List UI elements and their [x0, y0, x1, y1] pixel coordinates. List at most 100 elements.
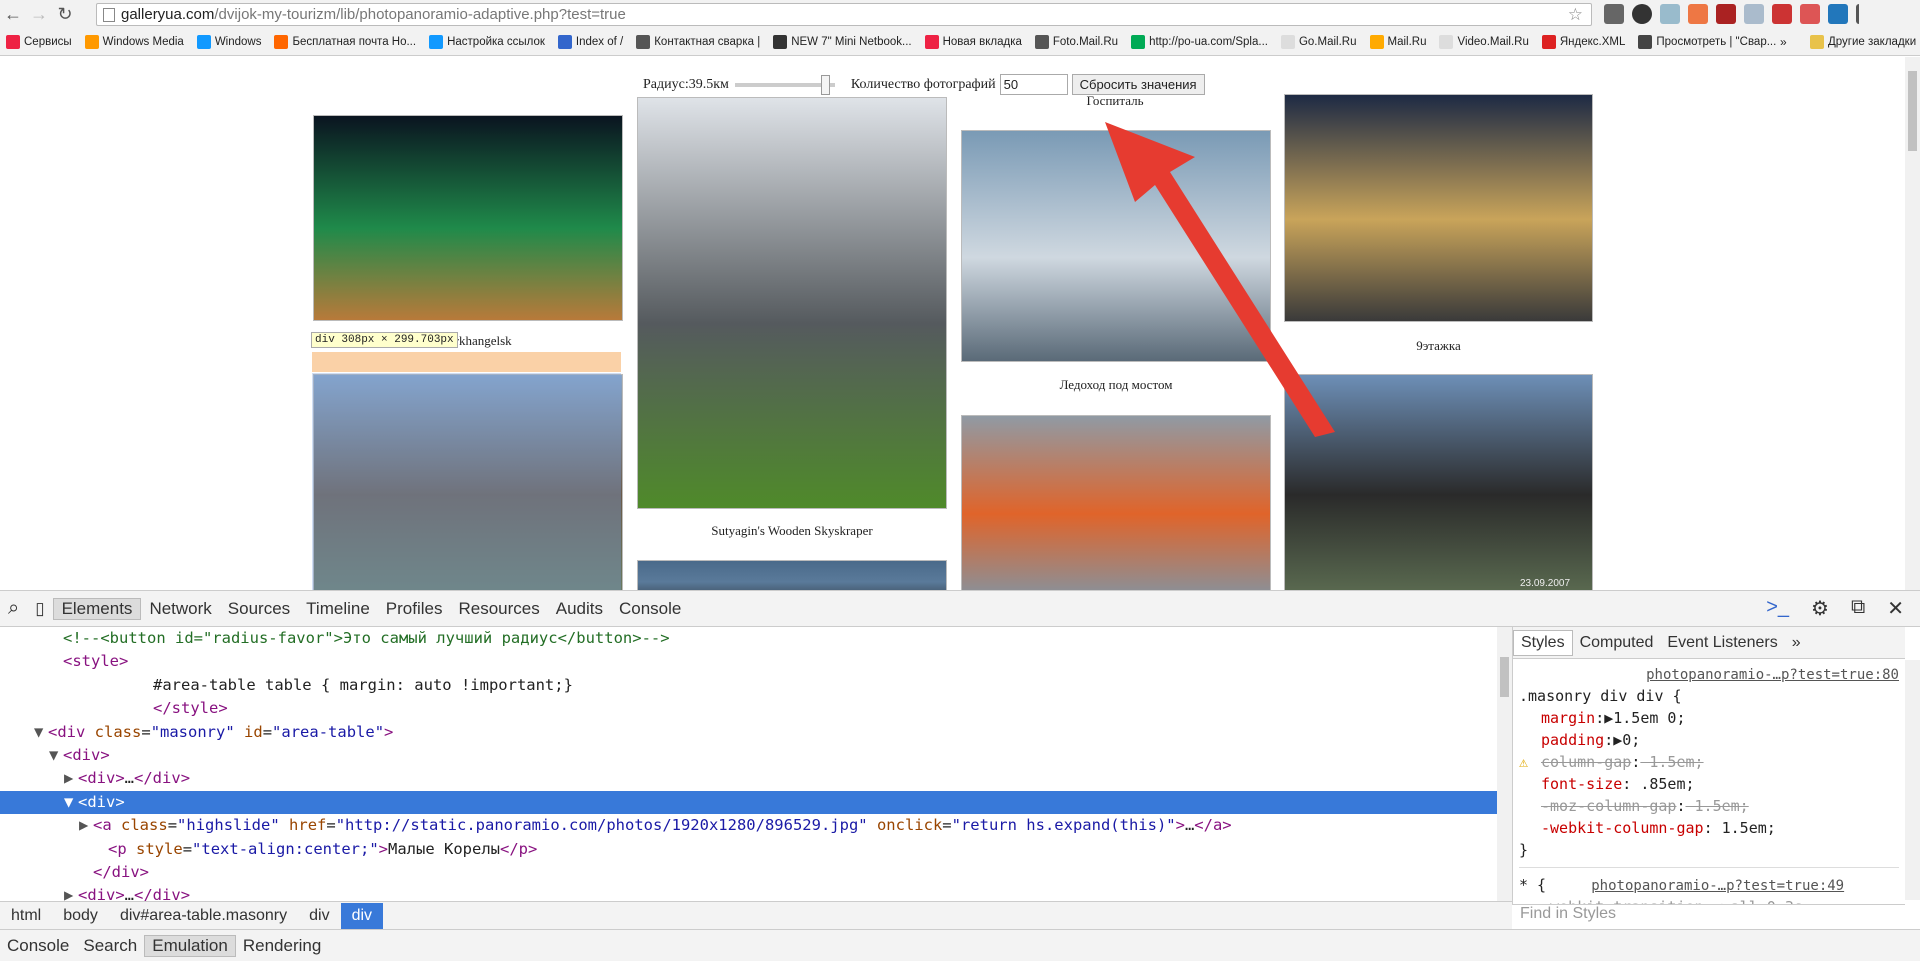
- dom-node-line[interactable]: ▶ <div>…</div>: [0, 884, 1497, 901]
- rule-source[interactable]: photopanoramio-…p?test=true:80: [1646, 667, 1899, 683]
- bookmark-item[interactable]: Яндекс.XML: [1541, 35, 1625, 49]
- close-icon[interactable]: ✕: [1887, 596, 1904, 621]
- css-property[interactable]: -webkit-column-gap: 1.5em;: [1519, 817, 1899, 839]
- page-scrollbar[interactable]: [1905, 57, 1920, 590]
- styles-tab[interactable]: Event Listeners: [1660, 631, 1784, 655]
- extension-icon[interactable]: [1604, 4, 1624, 24]
- collapse-triangle-icon[interactable]: ▶: [64, 767, 78, 790]
- dom-node-line[interactable]: ▶ <a class="highslide" href="http://stati…: [0, 814, 1497, 837]
- find-in-styles-input[interactable]: Find in Styles: [1512, 904, 1905, 929]
- elements-scrollbar[interactable]: [1497, 627, 1512, 901]
- dom-node-line[interactable]: </div>: [0, 861, 1497, 884]
- expand-triangle-icon[interactable]: ▼: [34, 721, 48, 744]
- bookmark-item[interactable]: Просмотреть | "Свар...: [1638, 35, 1776, 49]
- bookmark-item[interactable]: http://po-ua.com/Spla...: [1131, 35, 1268, 49]
- breadcrumb-item[interactable]: div: [298, 907, 340, 925]
- devtools-tab-elements[interactable]: Elements: [52, 597, 142, 620]
- radius-slider[interactable]: [734, 74, 835, 95]
- bookmark-item[interactable]: NEW 7" Mini Netbook...: [773, 35, 912, 49]
- bookmark-item[interactable]: Сервисы: [6, 35, 72, 49]
- back-icon[interactable]: ←: [0, 2, 26, 28]
- settings-icon[interactable]: ⚙: [1811, 596, 1829, 621]
- styles-tab[interactable]: Computed: [1573, 631, 1661, 655]
- extension-icon[interactable]: [1800, 4, 1820, 24]
- menu-icon[interactable]: [1856, 4, 1876, 24]
- address-bar[interactable]: galleryua.com/dvijok-my-tourizm/lib/phot…: [96, 3, 1592, 26]
- forward-icon[interactable]: →: [26, 2, 52, 28]
- extension-icon[interactable]: [1716, 4, 1736, 24]
- dock-icon[interactable]: ⧉: [1851, 596, 1865, 621]
- dom-node-line[interactable]: <style>: [0, 650, 1497, 673]
- dom-node-line[interactable]: ▼ <div>: [0, 790, 1497, 815]
- device-mode-icon[interactable]: ▯: [27, 599, 52, 619]
- extension-icon[interactable]: [1744, 4, 1764, 24]
- drawer-tab-rendering[interactable]: Rendering: [236, 936, 328, 956]
- scrollbar-thumb[interactable]: [1500, 657, 1509, 697]
- devtools-tab-console[interactable]: Console: [611, 599, 689, 619]
- photo-landscape[interactable]: [637, 560, 947, 590]
- devtools-tab-sources[interactable]: Sources: [220, 599, 298, 619]
- drawer-tab-emulation[interactable]: Emulation: [144, 934, 236, 957]
- extension-icon[interactable]: [1660, 4, 1680, 24]
- dom-node-line[interactable]: ▼ <div class="masonry" id="area-table">: [0, 721, 1497, 744]
- devtools-tab-timeline[interactable]: Timeline: [298, 599, 378, 619]
- css-property[interactable]: font-size: .85em;: [1519, 773, 1899, 795]
- bookmark-item[interactable]: Foto.Mail.Ru: [1034, 35, 1118, 49]
- star-icon[interactable]: ☆: [1568, 5, 1583, 25]
- console-drawer-icon[interactable]: >_: [1766, 596, 1789, 621]
- css-property[interactable]: margin:▶1.5em 0;: [1519, 707, 1899, 729]
- photo-aurora[interactable]: [313, 115, 623, 321]
- scrollbar-thumb[interactable]: [1908, 71, 1917, 151]
- photo-skyscraper[interactable]: [637, 97, 947, 509]
- bookmark-item[interactable]: Go.Mail.Ru: [1280, 35, 1357, 49]
- devtools-tab-profiles[interactable]: Profiles: [378, 599, 451, 619]
- extension-icon[interactable]: [1772, 4, 1792, 24]
- dom-node-line[interactable]: ▼ <div>: [0, 744, 1497, 767]
- styles-tab[interactable]: Styles: [1513, 629, 1573, 656]
- photo-orange-bridge[interactable]: [961, 415, 1271, 590]
- dom-node-line[interactable]: <p style="text-align:center;">Малые Коре…: [0, 838, 1497, 861]
- reload-icon[interactable]: ↻: [52, 2, 78, 28]
- reset-button[interactable]: Сбросить значения: [1071, 74, 1205, 95]
- collapse-triangle-icon[interactable]: ▶: [64, 884, 78, 901]
- bookmark-item[interactable]: Бесплатная почта Но...: [274, 35, 416, 49]
- gear-icon[interactable]: [1632, 4, 1652, 24]
- bookmark-item[interactable]: Mail.Ru: [1369, 35, 1426, 49]
- expand-triangle-icon[interactable]: ▼: [64, 791, 78, 814]
- count-input[interactable]: 50: [999, 74, 1068, 95]
- bookmark-item[interactable]: Контактная сварка |: [636, 35, 760, 49]
- inspect-icon[interactable]: ⌕: [0, 597, 27, 620]
- css-property[interactable]: -moz-column-gap: 1.5em;: [1519, 795, 1899, 817]
- drawer-tab-search[interactable]: Search: [76, 936, 144, 956]
- drawer-tab-console[interactable]: Console: [0, 936, 76, 956]
- css-property[interactable]: padding:▶0;: [1519, 729, 1899, 751]
- breadcrumb-item[interactable]: div#area-table.masonry: [109, 907, 298, 925]
- rule-source[interactable]: photopanoramio-…p?test=true:49: [1591, 878, 1844, 894]
- extension-icon[interactable]: [1828, 4, 1848, 24]
- bookmark-item[interactable]: Index of /: [557, 35, 623, 49]
- devtools-tab-resources[interactable]: Resources: [450, 599, 547, 619]
- other-bookmarks[interactable]: Другие закладки: [1810, 35, 1916, 49]
- dom-node-line[interactable]: <!--<button id="radius-favor">Это самый …: [0, 627, 1497, 650]
- styles-tab[interactable]: »: [1785, 631, 1808, 655]
- devtools-tab-audits[interactable]: Audits: [548, 599, 611, 619]
- css-property[interactable]: ⚠ column-gap: 1.5em;: [1519, 751, 1899, 773]
- breadcrumb-item[interactable]: div: [340, 902, 384, 929]
- rule-source-link[interactable]: photopanoramio-…p?test=true:80: [1519, 663, 1899, 685]
- bookmark-item[interactable]: Windows Media: [84, 35, 184, 49]
- bookmark-item[interactable]: Настройка ссылок: [429, 35, 545, 49]
- bookmark-item[interactable]: Новая вкладка: [924, 35, 1022, 49]
- expand-triangle-icon[interactable]: ▼: [49, 744, 63, 767]
- extension-icon[interactable]: [1688, 4, 1708, 24]
- dom-node-line[interactable]: #area-table table { margin: auto !import…: [0, 674, 1497, 697]
- dom-node-line[interactable]: </style>: [0, 697, 1497, 720]
- devtools-tab-network[interactable]: Network: [141, 599, 219, 619]
- breadcrumb-item[interactable]: html: [0, 907, 52, 925]
- bookmark-item[interactable]: Windows: [196, 35, 261, 49]
- breadcrumb-item[interactable]: body: [52, 907, 109, 925]
- bookmark-item[interactable]: Video.Mail.Ru: [1439, 35, 1529, 49]
- styles-scrollbar[interactable]: [1905, 660, 1920, 900]
- collapse-triangle-icon[interactable]: ▶: [79, 814, 93, 837]
- bookmarks-more-icon[interactable]: »: [1780, 35, 1787, 49]
- slider-thumb[interactable]: [821, 74, 831, 95]
